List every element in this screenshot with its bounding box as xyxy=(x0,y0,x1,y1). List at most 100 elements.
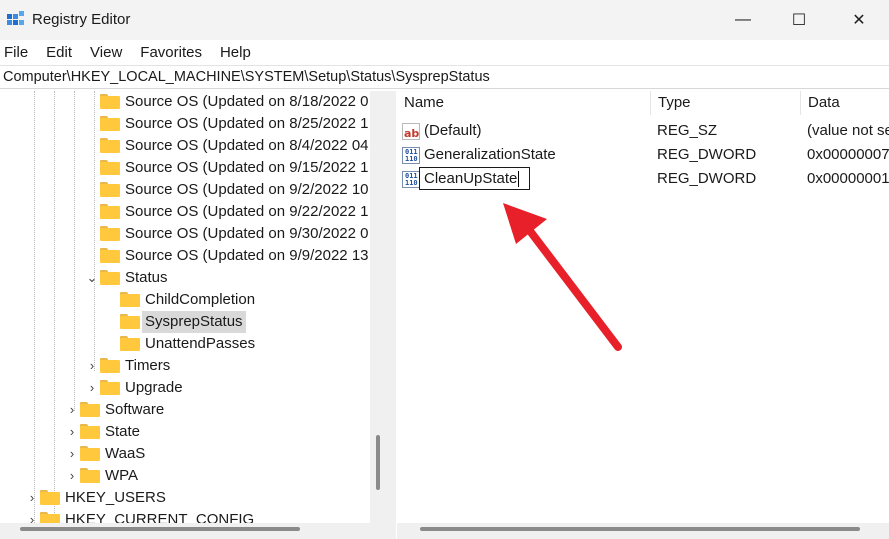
folder-icon xyxy=(100,94,120,109)
column-header-data[interactable]: Data xyxy=(801,91,889,115)
tree-item[interactable]: Source OS (Updated on 9/9/2022 13 xyxy=(2,245,370,267)
minimize-button[interactable]: — xyxy=(720,0,766,40)
tree-item-label: Source OS (Updated on 9/22/2022 1 xyxy=(125,203,369,220)
tree-item-label: WaaS xyxy=(105,445,146,462)
string-value-icon: ab xyxy=(402,123,420,140)
tree-item-label: ChildCompletion xyxy=(145,291,256,308)
tree-item-label: Software xyxy=(105,401,165,418)
folder-icon xyxy=(80,424,100,439)
tree-item[interactable]: › Timers xyxy=(2,355,370,377)
menu-file[interactable]: File xyxy=(4,44,28,61)
close-button[interactable]: ✕ xyxy=(836,0,882,40)
values-pane[interactable]: Name Type Data ab (Default) REG_SZ (valu… xyxy=(397,91,889,523)
tree-item-label: Upgrade xyxy=(125,379,183,396)
folder-icon xyxy=(120,336,140,351)
tree-item[interactable]: Source OS (Updated on 9/22/2022 1 xyxy=(2,201,370,223)
tree-item-label: UnattendPasses xyxy=(145,335,256,352)
menu-favorites[interactable]: Favorites xyxy=(140,44,202,61)
chevron-down-icon[interactable]: ⌄ xyxy=(86,267,98,289)
folder-icon xyxy=(100,138,120,153)
tree-item-label: HKEY_USERS xyxy=(65,489,166,506)
tree-item[interactable]: › WPA xyxy=(2,465,370,487)
folder-icon xyxy=(100,116,120,131)
chevron-right-icon[interactable]: › xyxy=(66,465,78,487)
tree-item[interactable]: › Software xyxy=(2,399,370,421)
folder-icon xyxy=(100,270,120,285)
window-title: Registry Editor xyxy=(32,11,131,28)
tree-item[interactable]: › Upgrade xyxy=(2,377,370,399)
tree-item[interactable]: SysprepStatus xyxy=(2,311,370,333)
tree-item-label: Source OS (Updated on 8/18/2022 0 xyxy=(125,93,369,110)
tree-item-label: Status xyxy=(125,269,168,286)
folder-icon xyxy=(100,160,120,175)
pane-splitter[interactable] xyxy=(370,91,396,539)
tree-item-label: SysprepStatus xyxy=(142,311,246,333)
value-row[interactable]: ab (Default) REG_SZ (value not se xyxy=(397,119,889,143)
menu-bar: File Edit View Favorites Help xyxy=(0,40,889,64)
value-type: REG_SZ xyxy=(657,122,718,139)
tree-item-label: Source OS (Updated on 9/30/2022 0 xyxy=(125,225,369,242)
minimize-icon: — xyxy=(735,11,751,28)
tree-item-label: HKEY_CURRENT_CONFIG xyxy=(65,511,255,523)
tree-item[interactable]: Source OS (Updated on 8/4/2022 04 xyxy=(2,135,370,157)
chevron-right-icon[interactable]: › xyxy=(66,443,78,465)
tree-item[interactable]: Source OS (Updated on 9/30/2022 0 xyxy=(2,223,370,245)
value-name: (Default) xyxy=(424,122,482,139)
folder-icon xyxy=(100,358,120,373)
tree-item[interactable]: › HKEY_USERS xyxy=(2,487,370,509)
title-bar: Registry Editor — ☐ ✕ xyxy=(0,0,889,40)
folder-icon xyxy=(40,512,60,523)
tree-item[interactable]: UnattendPasses xyxy=(2,333,370,355)
column-header-type[interactable]: Type xyxy=(651,91,801,115)
values-horizontal-scrollbar-thumb[interactable] xyxy=(420,527,860,531)
folder-icon xyxy=(120,292,140,307)
folder-icon xyxy=(80,402,100,417)
chevron-right-icon[interactable]: › xyxy=(86,377,98,399)
value-row-editing[interactable]: 011 110 CleanUpState REG_DWORD 0x00000001 xyxy=(397,167,889,191)
folder-icon xyxy=(80,446,100,461)
tree-horizontal-scrollbar-thumb[interactable] xyxy=(20,527,300,531)
binary-value-icon: 011 110 xyxy=(402,147,420,164)
maximize-button[interactable]: ☐ xyxy=(776,0,822,40)
folder-icon xyxy=(40,490,60,505)
folder-icon xyxy=(100,226,120,241)
tree-item[interactable]: ⌄ Status xyxy=(2,267,370,289)
chevron-right-icon[interactable]: › xyxy=(66,399,78,421)
value-name: GeneralizationState xyxy=(424,146,556,163)
rename-value-input[interactable]: CleanUpState xyxy=(419,167,530,190)
tree-item-label: Source OS (Updated on 8/4/2022 04 xyxy=(125,137,369,154)
tree-item[interactable]: Source OS (Updated on 9/15/2022 1 xyxy=(2,157,370,179)
tree-item[interactable]: › WaaS xyxy=(2,443,370,465)
tree-horizontal-scrollbar[interactable] xyxy=(0,523,370,539)
folder-icon xyxy=(100,380,120,395)
close-icon: ✕ xyxy=(852,12,866,29)
tree-item[interactable]: ChildCompletion xyxy=(2,289,370,311)
address-bar[interactable]: Computer\HKEY_LOCAL_MACHINE\SYSTEM\Setup… xyxy=(0,65,889,89)
chevron-right-icon[interactable]: › xyxy=(26,509,38,523)
values-horizontal-scrollbar[interactable] xyxy=(397,523,889,539)
chevron-right-icon[interactable]: › xyxy=(26,487,38,509)
tree-item-label: Source OS (Updated on 8/25/2022 1 xyxy=(125,115,369,132)
tree-item[interactable]: › HKEY_CURRENT_CONFIG xyxy=(2,509,370,523)
tree-item[interactable]: Source OS (Updated on 8/18/2022 0 xyxy=(2,91,370,113)
folder-icon xyxy=(100,248,120,263)
tree-item[interactable]: Source OS (Updated on 9/2/2022 10 xyxy=(2,179,370,201)
menu-view[interactable]: View xyxy=(90,44,122,61)
tree-item[interactable]: › State xyxy=(2,421,370,443)
value-data: (value not se xyxy=(807,122,889,139)
folder-icon xyxy=(100,182,120,197)
value-row[interactable]: 011 110 GeneralizationState REG_DWORD 0x0… xyxy=(397,143,889,167)
folder-icon xyxy=(100,204,120,219)
key-tree-pane[interactable]: Source OS (Updated on 8/18/2022 0 Source … xyxy=(2,91,370,523)
value-type: REG_DWORD xyxy=(657,146,757,163)
folder-icon xyxy=(120,314,140,329)
binary-value-icon: 011 110 xyxy=(402,171,420,188)
column-header-name[interactable]: Name xyxy=(397,91,651,115)
chevron-right-icon[interactable]: › xyxy=(66,421,78,443)
menu-edit[interactable]: Edit xyxy=(46,44,72,61)
menu-help[interactable]: Help xyxy=(220,44,251,61)
maximize-icon: ☐ xyxy=(791,12,807,29)
tree-item[interactable]: Source OS (Updated on 8/25/2022 1 xyxy=(2,113,370,135)
chevron-right-icon[interactable]: › xyxy=(86,355,98,377)
tree-vertical-scrollbar-thumb[interactable] xyxy=(376,435,380,490)
